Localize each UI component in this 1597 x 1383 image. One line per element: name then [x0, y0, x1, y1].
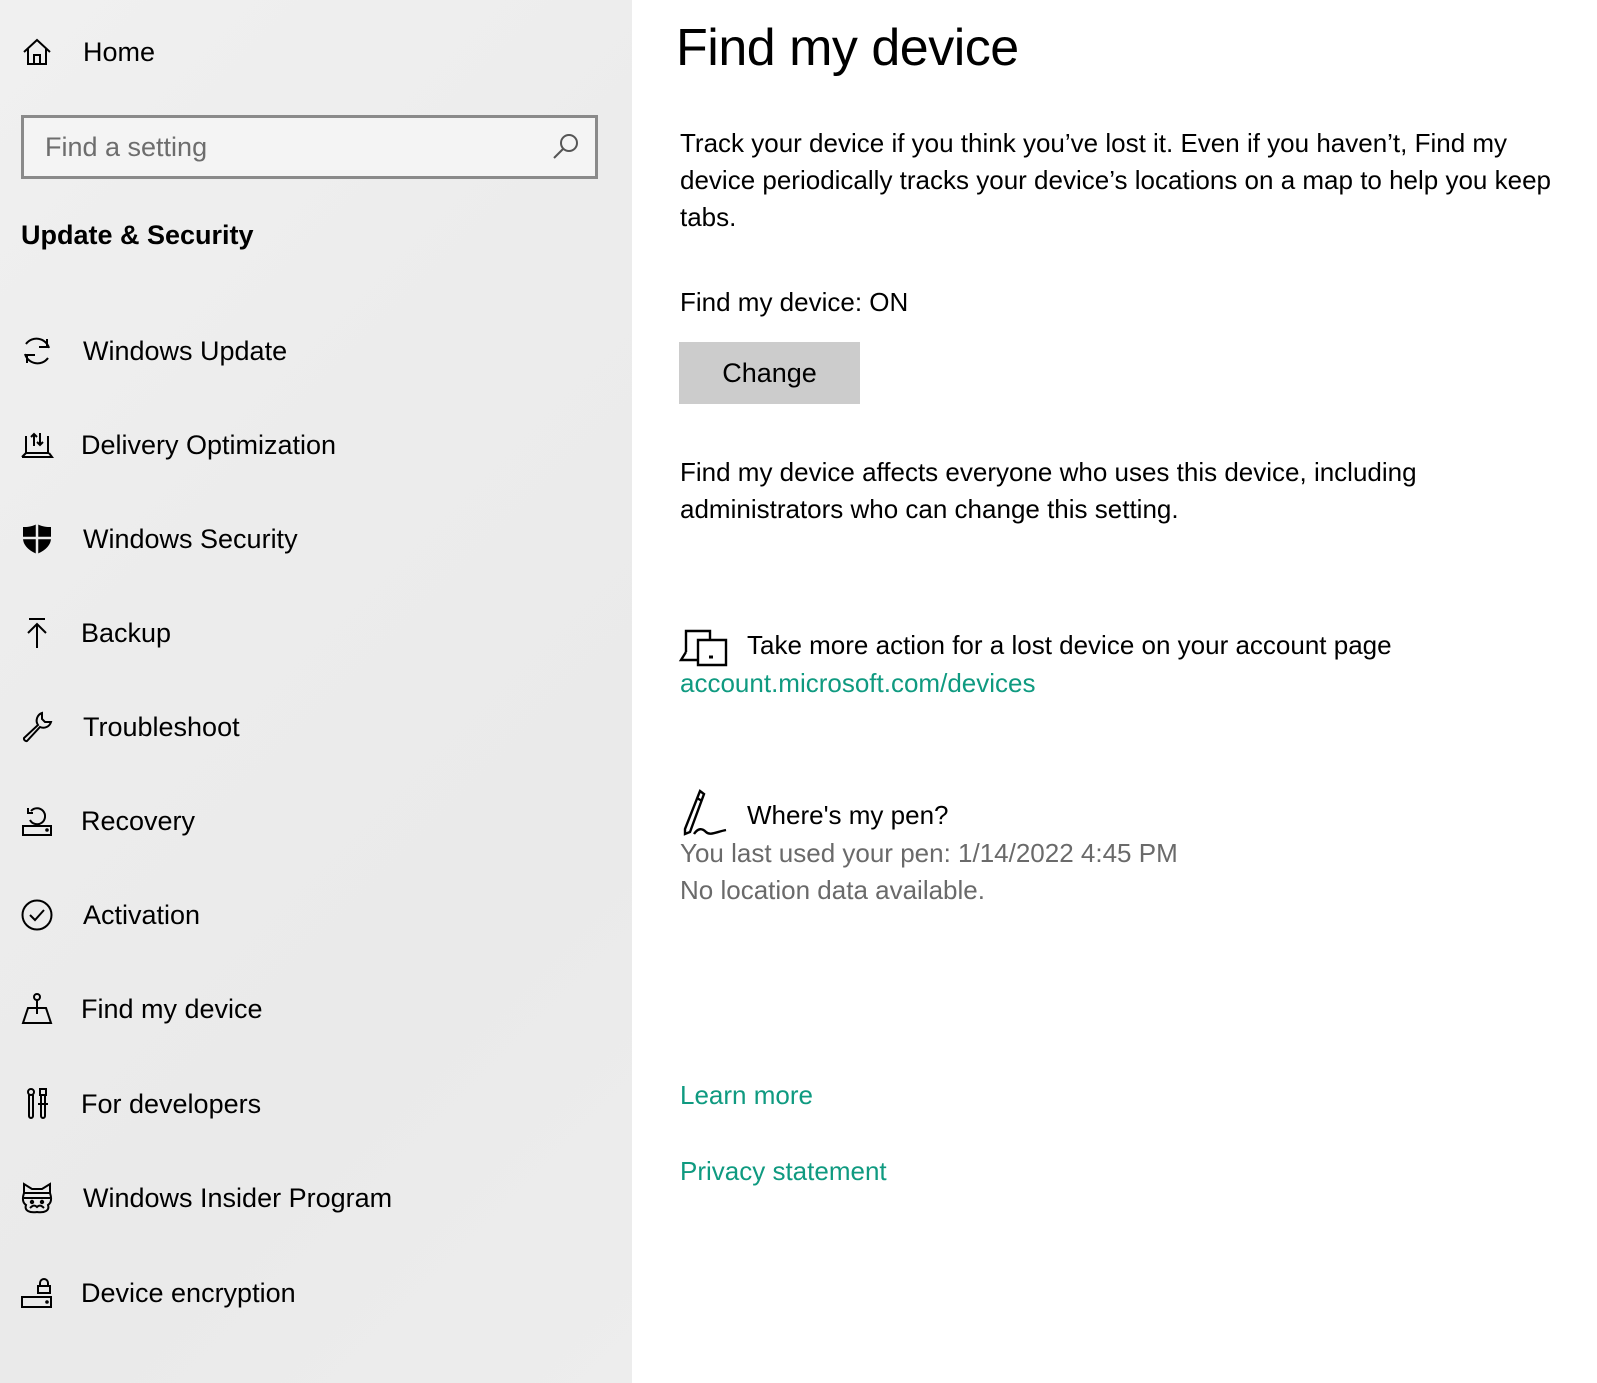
sidebar-item-label: For developers	[81, 1088, 262, 1119]
search-icon[interactable]	[551, 132, 581, 162]
sidebar-item-device-encryption[interactable]: Device encryption	[0, 1263, 632, 1323]
ninja-cat-icon	[20, 1181, 54, 1215]
delivery-optimization-icon	[20, 428, 54, 462]
privacy-statement-link[interactable]: Privacy statement	[680, 1156, 887, 1187]
learn-more-link[interactable]: Learn more	[680, 1080, 813, 1111]
sidebar-item-for-developers[interactable]: For developers	[0, 1074, 632, 1134]
check-circle-icon	[20, 898, 54, 932]
upload-arrow-icon	[20, 616, 54, 650]
search-box[interactable]	[21, 115, 598, 179]
sidebar: Home Update & Security Windows Update	[0, 0, 632, 1383]
sidebar-item-label: Windows Insider Program	[83, 1182, 393, 1213]
home-icon	[20, 35, 54, 69]
sidebar-item-troubleshoot[interactable]: Troubleshoot	[0, 697, 632, 757]
sidebar-item-windows-security[interactable]: Windows Security	[0, 509, 632, 569]
main-content: Find my device Track your device if you …	[632, 0, 1597, 1383]
sidebar-item-windows-insider-program[interactable]: Windows Insider Program	[0, 1168, 632, 1228]
sidebar-item-label: Windows Security	[83, 523, 298, 554]
change-button[interactable]: Change	[679, 342, 860, 404]
sidebar-item-find-my-device[interactable]: Find my device	[0, 979, 632, 1039]
find-my-device-status: Find my device: ON	[680, 287, 909, 317]
shield-icon	[20, 522, 54, 556]
developer-tools-icon	[20, 1087, 54, 1121]
pen-icon	[683, 789, 727, 836]
sidebar-item-label: Delivery Optimization	[81, 429, 337, 460]
sidebar-item-label: Device encryption	[81, 1277, 296, 1308]
sync-icon	[20, 334, 54, 368]
sidebar-item-label: Recovery	[81, 805, 196, 836]
sidebar-item-activation[interactable]: Activation	[0, 885, 632, 945]
sidebar-item-label: Activation	[83, 899, 201, 930]
find-device-icon	[20, 992, 54, 1026]
sidebar-item-label: Windows Update	[83, 335, 288, 366]
sidebar-home[interactable]: Home	[0, 22, 632, 82]
pen-title: Where's my pen?	[747, 800, 949, 830]
page-title: Find my device	[676, 19, 1019, 77]
pen-last-used: You last used your pen: 1/14/2022 4:45 P…	[680, 838, 1178, 868]
sidebar-item-windows-update[interactable]: Windows Update	[0, 321, 632, 381]
sidebar-item-delivery-optimization[interactable]: Delivery Optimization	[0, 415, 632, 475]
section-title: Update & Security	[21, 220, 254, 250]
home-label: Home	[83, 36, 156, 67]
search-input[interactable]	[45, 131, 525, 163]
sidebar-item-label: Troubleshoot	[83, 711, 240, 742]
sidebar-item-recovery[interactable]: Recovery	[0, 791, 632, 851]
account-devices-link[interactable]: account.microsoft.com/devices	[680, 668, 1035, 699]
recovery-icon	[20, 804, 54, 838]
affects-note: Find my device affects everyone who uses…	[680, 457, 1417, 524]
sidebar-item-backup[interactable]: Backup	[0, 603, 632, 663]
wrench-icon	[20, 710, 54, 744]
pen-location: No location data available.	[680, 875, 985, 905]
account-action-label: Take more action for a lost device on yo…	[747, 630, 1392, 660]
description-text: Track your device if you think you’ve lo…	[680, 128, 1551, 232]
sidebar-item-label: Backup	[81, 617, 172, 648]
drive-lock-icon	[20, 1276, 54, 1310]
sidebar-item-label: Find my device	[81, 993, 263, 1024]
